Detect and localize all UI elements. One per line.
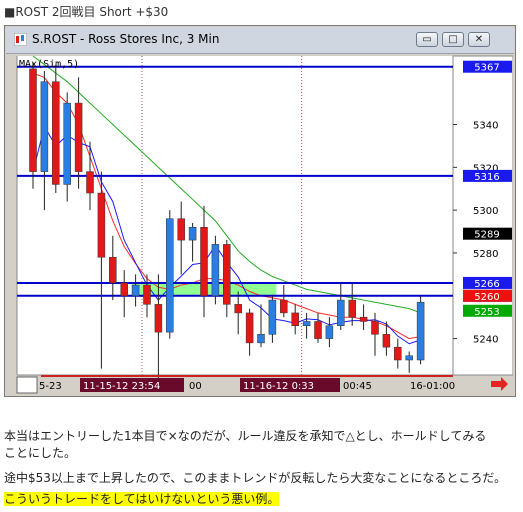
candle-body [359, 316, 368, 322]
candle-body [74, 102, 83, 172]
caption-highlight: こういうトレードをしてはいけないという悪い例。 [4, 492, 280, 506]
minimize-button[interactable]: ▭ [416, 32, 438, 47]
caption-line-3: 途中$53以上まで上昇したので、このままトレンドが反転したら大変なことになるとこ… [4, 471, 507, 485]
x-tick-label: 11-16-12 0:33 [243, 381, 314, 392]
indicator-label: MAx(Sim,5) [19, 59, 79, 70]
window-title: S.ROST - Ross Stores Inc, 3 Min [32, 32, 220, 46]
candle-body [40, 81, 49, 172]
x-tick-label: 5-23 [39, 381, 62, 392]
candle-body [52, 81, 60, 185]
candle-body [97, 192, 106, 258]
scroll-box [16, 376, 38, 394]
close-button[interactable]: ✕ [468, 32, 490, 47]
candle-body [337, 299, 345, 327]
candle-body [416, 301, 425, 361]
level-tag: 5367 [474, 63, 499, 74]
candle-body [109, 256, 117, 284]
candle-body [200, 227, 208, 297]
level-tag: 5266 [474, 279, 499, 290]
candle-body [325, 325, 334, 339]
candle-body [302, 321, 311, 327]
x-tick-label: 11-15-12 23:54 [83, 381, 160, 392]
candle-body [280, 299, 288, 314]
candle-body [371, 321, 379, 335]
y-tick-label: 5340 [473, 121, 498, 132]
candle-body [314, 321, 322, 339]
candle-body [348, 299, 356, 318]
candlestick-chart[interactable]: MAx(Sim,5)534053205300528052405367531652… [13, 53, 513, 395]
candle-body [223, 244, 231, 305]
caption-line-1: 本当はエントリーした1本目で×なのだが、ルール違反を承知で△とし、ホールドしてみ… [4, 429, 487, 443]
candle-body [188, 227, 197, 241]
candle-body [245, 312, 254, 344]
candle-body [166, 218, 174, 333]
y-tick-label: 5240 [473, 335, 498, 346]
candle-body [29, 68, 37, 172]
caption-line-4: こういうトレードをしてはいけないという悪い例。 [4, 491, 280, 508]
candle-body [177, 218, 185, 241]
plot-area [17, 56, 453, 375]
candle-body [257, 334, 265, 344]
y-tick-label: 5280 [473, 249, 498, 260]
caption-line-2: ことにした。 [4, 446, 77, 460]
candle-body [154, 304, 163, 333]
candle-body [63, 102, 71, 185]
candle-body [405, 355, 413, 361]
window-titlebar[interactable]: S.ROST - Ross Stores Inc, 3 Min ▭ □ ✕ [6, 27, 514, 54]
price-tag: 5260 [474, 292, 499, 303]
x-tick-label: 16-01:00 [410, 381, 455, 392]
candle-body [143, 284, 151, 305]
price-tag: 5253 [474, 307, 499, 318]
candle-body [234, 304, 242, 314]
x-tick-label: 00:45 [343, 381, 372, 392]
chart-app-icon [14, 33, 27, 46]
candle-body [86, 171, 94, 194]
level-tag: 5316 [474, 172, 499, 183]
candle-body [120, 282, 128, 297]
candle-body [131, 284, 140, 297]
candle-body [394, 346, 402, 361]
post-title: ■ROST 2回戦目 Short +$30 [4, 5, 169, 19]
candle-body [211, 244, 220, 297]
candle-body [382, 334, 391, 348]
scroll-right-arrow-icon[interactable] [491, 377, 508, 391]
chart-window: S.ROST - Ross Stores Inc, 3 Min ▭ □ ✕ MA… [4, 25, 516, 397]
candle-body [268, 299, 277, 335]
candle-body [291, 312, 299, 327]
price-tag: 5289 [474, 230, 499, 241]
x-tick-label: 00 [189, 381, 202, 392]
y-tick-label: 5300 [473, 206, 498, 217]
maximize-button[interactable]: □ [442, 32, 464, 47]
